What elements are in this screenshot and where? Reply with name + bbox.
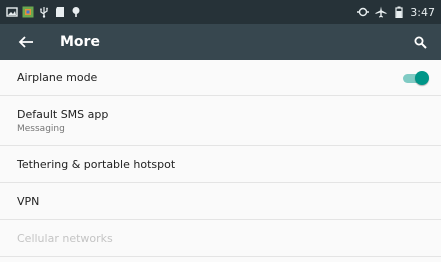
setting-subtitle: Messaging	[17, 123, 65, 134]
sync-icon	[357, 6, 370, 18]
back-button[interactable]	[8, 24, 44, 60]
search-icon	[414, 36, 427, 49]
setting-title: Default SMS app	[17, 107, 109, 121]
airplane-icon	[375, 6, 387, 18]
status-clock: 3:47	[410, 5, 435, 19]
setting-cellular-networks: Cellular networks	[0, 220, 441, 257]
setting-title: VPN	[17, 194, 40, 208]
app-icon	[22, 6, 34, 18]
setting-default-sms-app[interactable]: Default SMS app Messaging	[0, 96, 441, 146]
notification-icon	[70, 6, 82, 18]
toolbar: More	[0, 24, 441, 60]
usb-icon	[38, 6, 50, 18]
arrow-back-icon	[18, 36, 33, 48]
search-button[interactable]	[405, 27, 435, 57]
status-right-icons: 3:47	[351, 6, 435, 19]
setting-title: Airplane mode	[17, 71, 98, 84]
page-title: More	[60, 34, 100, 50]
settings-list: Airplane mode Default SMS app Messaging …	[0, 60, 441, 257]
status-bar: 3:47	[0, 0, 441, 24]
toggle-thumb	[415, 71, 429, 85]
setting-tethering-hotspot[interactable]: Tethering & portable hotspot	[0, 146, 441, 183]
status-left-icons	[6, 6, 86, 18]
image-icon	[6, 6, 18, 18]
setting-vpn[interactable]: VPN	[0, 183, 441, 220]
battery-icon	[393, 6, 405, 18]
airplane-mode-toggle[interactable]	[403, 70, 429, 86]
sd-card-icon	[54, 6, 66, 18]
setting-title: Tethering & portable hotspot	[17, 157, 176, 171]
setting-title: Cellular networks	[17, 231, 113, 245]
setting-airplane-mode[interactable]: Airplane mode	[0, 60, 441, 96]
